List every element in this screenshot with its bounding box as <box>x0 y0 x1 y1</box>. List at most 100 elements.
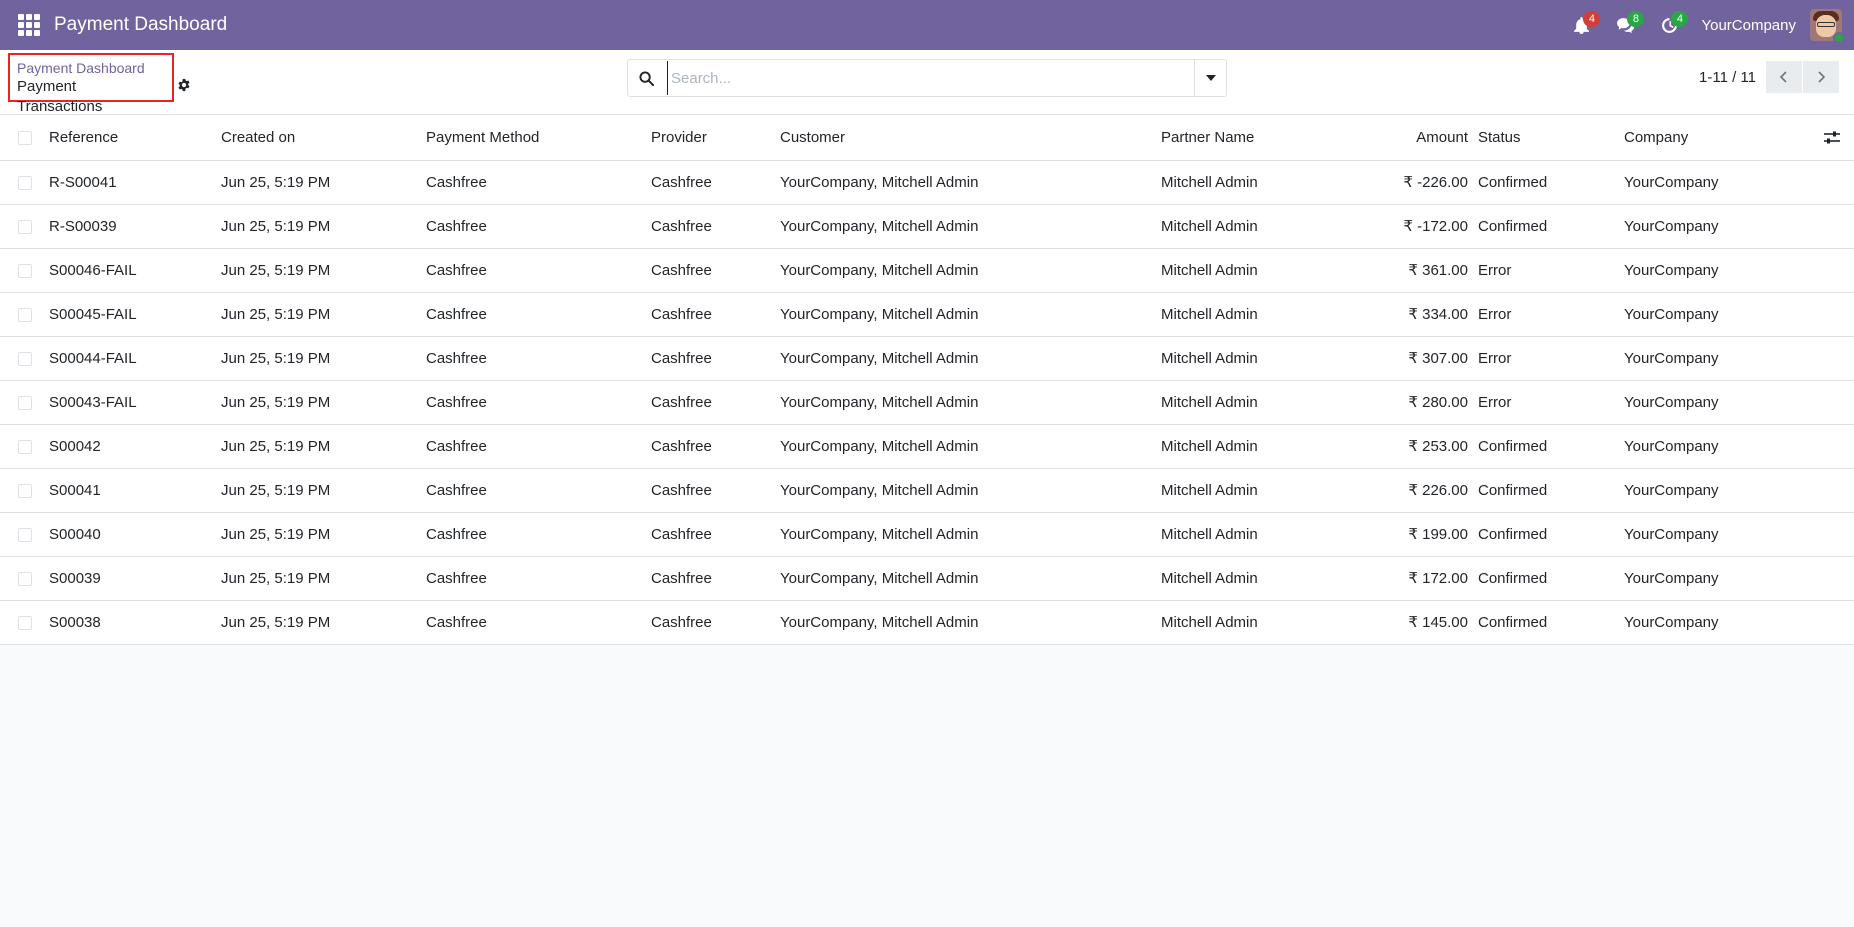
row-checkbox[interactable] <box>18 483 32 498</box>
cell-partner-name: Mitchell Admin <box>1161 173 1258 191</box>
row-checkbox[interactable] <box>18 351 32 366</box>
column-header-company[interactable]: Company <box>1624 116 1814 160</box>
cell-amount: ₹ 145.00 <box>1408 614 1468 631</box>
select-all-checkbox[interactable] <box>18 131 32 146</box>
row-checkbox[interactable] <box>18 307 32 322</box>
table-row[interactable]: S00045-FAIL Jun 25, 5:19 PM Cashfree Cas… <box>0 292 1854 336</box>
row-checkbox[interactable] <box>18 439 32 454</box>
pager-previous-button[interactable] <box>1766 61 1802 93</box>
cell-reference: S00044-FAIL <box>49 349 137 367</box>
cell-created-on: Jun 25, 5:19 PM <box>221 525 331 543</box>
cell-provider: Cashfree <box>651 613 712 631</box>
cell-customer: YourCompany, Mitchell Admin <box>780 481 979 499</box>
user-avatar[interactable] <box>1810 9 1845 44</box>
cell-created-on: Jun 25, 5:19 PM <box>221 481 331 499</box>
cell-reference: S00039 <box>49 569 101 587</box>
table-row[interactable]: S00041 Jun 25, 5:19 PM Cashfree Cashfree… <box>0 468 1854 512</box>
cell-spacer <box>1814 292 1854 336</box>
cell-partner-name: Mitchell Admin <box>1161 261 1258 279</box>
cell-status: Confirmed <box>1478 613 1548 631</box>
pager-next-button[interactable] <box>1803 61 1839 93</box>
cell-customer: YourCompany, Mitchell Admin <box>780 613 979 631</box>
cell-provider: Cashfree <box>651 305 712 323</box>
cell-reference: S00046-FAIL <box>49 261 137 279</box>
column-header-status[interactable]: Status <box>1478 116 1624 160</box>
actions-gear-icon[interactable] <box>177 78 191 92</box>
column-header-reference[interactable]: Reference <box>49 116 221 160</box>
table-row[interactable]: S00039 Jun 25, 5:19 PM Cashfree Cashfree… <box>0 556 1854 600</box>
breadcrumb: Payment Dashboard Payment Transactions <box>8 53 174 115</box>
table-header-row: Reference Created on Payment Method Prov… <box>0 116 1854 160</box>
app-menu-grid-icon[interactable] <box>18 14 40 36</box>
column-header-customer[interactable]: Customer <box>780 116 1161 160</box>
cell-spacer <box>1814 468 1854 512</box>
cell-payment-method: Cashfree <box>426 261 487 279</box>
pager: 1-11 / 11 <box>1699 61 1839 93</box>
row-select-cell <box>0 468 49 512</box>
cell-amount: ₹ 199.00 <box>1408 526 1468 543</box>
activity-count-badge: 4 <box>1583 11 1601 27</box>
search-options-toggle[interactable] <box>1194 60 1226 96</box>
search-input[interactable] <box>667 61 1194 95</box>
table-row[interactable]: R-S00039 Jun 25, 5:19 PM Cashfree Cashfr… <box>0 204 1854 248</box>
cell-company: YourCompany <box>1624 393 1719 411</box>
cell-partner-name: Mitchell Admin <box>1161 217 1258 235</box>
cell-company: YourCompany <box>1624 261 1719 279</box>
pager-value[interactable]: 1-11 / 11 <box>1699 69 1756 86</box>
column-header-payment-method[interactable]: Payment Method <box>426 116 651 160</box>
cell-amount: ₹ 253.00 <box>1408 438 1468 455</box>
cell-status: Confirmed <box>1478 569 1548 587</box>
cell-partner-name: Mitchell Admin <box>1161 525 1258 543</box>
table-row[interactable]: S00044-FAIL Jun 25, 5:19 PM Cashfree Cas… <box>0 336 1854 380</box>
cell-created-on: Jun 25, 5:19 PM <box>221 613 331 631</box>
column-header-created-on[interactable]: Created on <box>221 116 426 160</box>
cell-amount: ₹ 307.00 <box>1408 350 1468 367</box>
row-select-cell <box>0 556 49 600</box>
cell-created-on: Jun 25, 5:19 PM <box>221 261 331 279</box>
activity-bell-button[interactable]: 4 <box>1559 0 1603 50</box>
row-checkbox[interactable] <box>18 263 32 278</box>
cell-spacer <box>1814 600 1854 644</box>
cell-company: YourCompany <box>1624 525 1719 543</box>
cell-customer: YourCompany, Mitchell Admin <box>780 305 979 323</box>
cell-spacer <box>1814 424 1854 468</box>
cell-provider: Cashfree <box>651 481 712 499</box>
row-checkbox[interactable] <box>18 571 32 586</box>
table-row[interactable]: S00042 Jun 25, 5:19 PM Cashfree Cashfree… <box>0 424 1854 468</box>
top-navbar: Payment Dashboard 4 8 4 YourCompany <box>0 0 1854 50</box>
cell-reference: S00042 <box>49 437 101 455</box>
table-row[interactable]: S00046-FAIL Jun 25, 5:19 PM Cashfree Cas… <box>0 248 1854 292</box>
messages-button[interactable]: 8 <box>1603 0 1647 50</box>
table-row[interactable]: S00040 Jun 25, 5:19 PM Cashfree Cashfree… <box>0 512 1854 556</box>
cell-provider: Cashfree <box>651 349 712 367</box>
timer-count-badge: 4 <box>1671 11 1689 27</box>
company-switcher[interactable]: YourCompany <box>1701 17 1796 34</box>
cell-company: YourCompany <box>1624 305 1719 323</box>
cell-status: Confirmed <box>1478 217 1548 235</box>
column-header-partner-name[interactable]: Partner Name <box>1161 116 1351 160</box>
cell-reference: S00038 <box>49 613 101 631</box>
cell-amount: ₹ -172.00 <box>1403 218 1468 235</box>
breadcrumb-current: Payment Transactions <box>17 78 103 115</box>
column-header-provider[interactable]: Provider <box>651 116 780 160</box>
table-row[interactable]: S00038 Jun 25, 5:19 PM Cashfree Cashfree… <box>0 600 1854 644</box>
timer-button[interactable]: 4 <box>1647 0 1691 50</box>
cell-customer: YourCompany, Mitchell Admin <box>780 349 979 367</box>
breadcrumb-parent-link[interactable]: Payment Dashboard <box>17 59 165 77</box>
cell-customer: YourCompany, Mitchell Admin <box>780 569 979 587</box>
app-title[interactable]: Payment Dashboard <box>54 14 227 36</box>
row-checkbox[interactable] <box>18 527 32 542</box>
table-row[interactable]: R-S00041 Jun 25, 5:19 PM Cashfree Cashfr… <box>0 160 1854 204</box>
optional-columns-toggle[interactable] <box>1814 116 1854 160</box>
search-bar <box>627 59 1227 97</box>
row-select-cell <box>0 292 49 336</box>
table-row[interactable]: S00043-FAIL Jun 25, 5:19 PM Cashfree Cas… <box>0 380 1854 424</box>
cell-customer: YourCompany, Mitchell Admin <box>780 525 979 543</box>
row-checkbox[interactable] <box>18 615 32 630</box>
row-checkbox[interactable] <box>18 219 32 234</box>
cell-provider: Cashfree <box>651 393 712 411</box>
row-select-cell <box>0 248 49 292</box>
row-checkbox[interactable] <box>18 175 32 190</box>
row-checkbox[interactable] <box>18 395 32 410</box>
column-header-amount[interactable]: Amount <box>1351 116 1478 160</box>
